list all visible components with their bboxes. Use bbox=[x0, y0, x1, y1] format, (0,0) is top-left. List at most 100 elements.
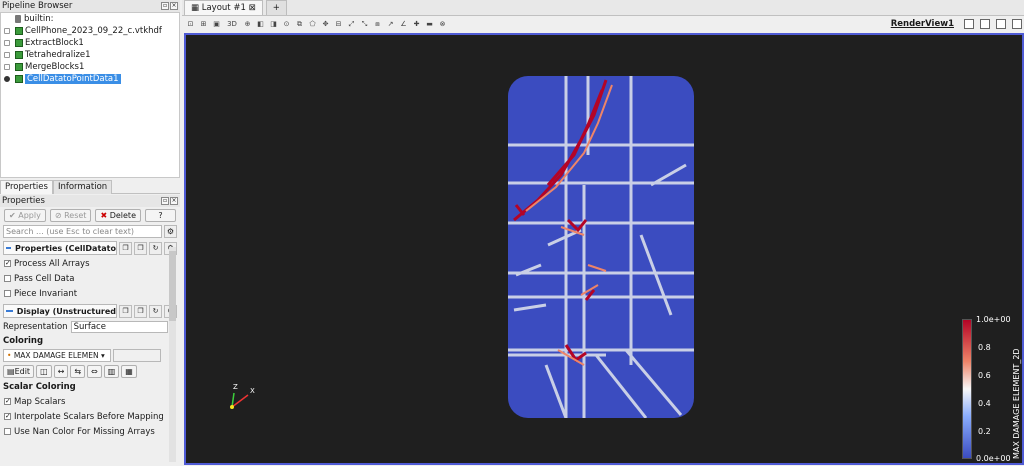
checkbox-checked[interactable]: ✓ bbox=[4, 260, 11, 267]
help-button[interactable]: ? bbox=[145, 209, 176, 222]
gear-icon[interactable]: ⚙ bbox=[164, 225, 177, 238]
rescale-custom-icon[interactable]: ↔ bbox=[53, 365, 69, 378]
paste-icon[interactable]: ❐ bbox=[134, 241, 147, 255]
copy-icon[interactable]: ❐ bbox=[119, 304, 132, 318]
representation-select[interactable]: Surface bbox=[70, 320, 168, 333]
hover-points-icon[interactable]: ⊙ bbox=[282, 20, 291, 29]
pipeline-browser-header: Pipeline Browser ▫ × bbox=[0, 0, 180, 12]
render-view[interactable]: Z X 1.0e+00 0.8 0.6 0.4 0.2 0.0e+00 MAX … bbox=[184, 33, 1024, 465]
search-input[interactable]: Search ... (use Esc to clear text) bbox=[3, 225, 162, 238]
nan-color-checkbox[interactable]: Use Nan Color For Missing Arrays bbox=[0, 424, 180, 439]
pipeline-item-extractblock[interactable]: ExtractBlock1 bbox=[1, 37, 179, 49]
copy-icon[interactable]: ❐ bbox=[119, 241, 132, 255]
reset-label: Reset bbox=[64, 211, 87, 220]
clear-selection-icon[interactable]: ⊗ bbox=[438, 20, 447, 29]
check-icon: ✔ bbox=[9, 211, 19, 220]
ruler-icon[interactable]: ∠ bbox=[399, 20, 408, 29]
display-section-header[interactable]: Display (Unstructured bbox=[3, 304, 117, 318]
interpolate-scalars-checkbox[interactable]: ✓ Interpolate Scalars Before Mapping bbox=[0, 409, 180, 424]
map-scalars-checkbox[interactable]: ✓ Map Scalars bbox=[0, 394, 180, 409]
select-block-icon[interactable]: ⊟ bbox=[334, 20, 343, 29]
close-icon[interactable]: ⊠ bbox=[249, 3, 256, 13]
apply-button[interactable]: ✔ Apply bbox=[4, 209, 46, 222]
piece-invariant-checkbox[interactable]: Piece Invariant bbox=[0, 286, 180, 301]
close-view-icon[interactable] bbox=[1012, 19, 1022, 29]
refresh-icon[interactable]: ↻ bbox=[149, 241, 162, 255]
pipeline-item-tetrahedralize[interactable]: Tetrahedralize1 bbox=[1, 49, 179, 61]
split-vertical-icon[interactable] bbox=[980, 19, 990, 29]
minus-icon[interactable]: ▬ bbox=[425, 20, 434, 29]
color-array-select[interactable]: • MAX DAMAGE ELEMEN ▾ bbox=[3, 349, 111, 362]
zoom-box-icon[interactable]: ⊕ bbox=[243, 20, 252, 29]
select-points-icon[interactable]: ◨ bbox=[269, 20, 278, 29]
split-horizontal-icon[interactable] bbox=[964, 19, 974, 29]
reset-camera-icon[interactable]: ⊡ bbox=[186, 20, 195, 29]
visibility-eye-icon[interactable] bbox=[4, 76, 10, 82]
visibility-eye-icon[interactable] bbox=[4, 40, 10, 46]
select-frustum-icon[interactable]: ⧉ bbox=[295, 20, 304, 29]
render-canvas[interactable] bbox=[186, 35, 1022, 463]
scrollbar-thumb[interactable] bbox=[169, 251, 176, 321]
checkbox[interactable] bbox=[4, 428, 11, 435]
properties-scrollbar[interactable] bbox=[169, 247, 176, 462]
add-icon[interactable]: ✚ bbox=[412, 20, 421, 29]
close-icon[interactable]: × bbox=[170, 2, 178, 10]
float-icon[interactable]: ▫ bbox=[161, 2, 169, 10]
extract-selection-icon[interactable]: ⧈ bbox=[373, 20, 382, 29]
close-icon[interactable]: × bbox=[170, 197, 178, 205]
maximize-icon[interactable] bbox=[996, 19, 1006, 29]
visibility-eye-icon[interactable] bbox=[4, 64, 10, 70]
visibility-eye-icon[interactable] bbox=[4, 52, 10, 58]
checkbox[interactable] bbox=[4, 290, 11, 297]
pipeline-item-source[interactable]: CellPhone_2023_09_22_c.vtkhdf bbox=[1, 25, 179, 37]
select-cells-icon[interactable]: ◧ bbox=[256, 20, 265, 29]
tab-properties[interactable]: Properties bbox=[0, 180, 53, 194]
checkbox-checked[interactable]: ✓ bbox=[4, 413, 11, 420]
reset-button[interactable]: ⊘ Reset bbox=[49, 209, 92, 222]
zoom-data-icon[interactable]: ⊞ bbox=[199, 20, 208, 29]
checkbox-label: Process All Arrays bbox=[14, 258, 90, 269]
layout-area: ▦ Layout #1 ⊠ + ⊡ ⊞ ▣ 3D ⊕ ◧ ◨ ⊙ ⧉ ⬠ ✥ ⊟… bbox=[182, 0, 1024, 466]
plot-selection-icon[interactable]: ↗ bbox=[386, 20, 395, 29]
shrink-selection-icon[interactable]: ⤡ bbox=[360, 20, 369, 29]
pipeline-item-mergeblocks[interactable]: MergeBlocks1 bbox=[1, 61, 179, 73]
pipeline-item-builtin[interactable]: builtin: bbox=[1, 13, 179, 25]
representation-label: Representation bbox=[3, 321, 68, 332]
projection-toggle[interactable]: 3D bbox=[225, 20, 239, 29]
colorbar-title: MAX DAMAGE ELEMENT_2D bbox=[1012, 348, 1021, 459]
checkbox[interactable] bbox=[4, 275, 11, 282]
properties-section-header[interactable]: Properties (CellDatato bbox=[3, 241, 117, 255]
render-view-title[interactable]: RenderView1 bbox=[891, 19, 954, 29]
add-layout-tab[interactable]: + bbox=[265, 0, 287, 15]
paste-icon[interactable]: ❐ bbox=[134, 304, 147, 318]
grow-selection-icon[interactable]: ⤢ bbox=[347, 20, 356, 29]
delete-button[interactable]: ✖ Delete bbox=[95, 209, 141, 222]
pass-cell-data-checkbox[interactable]: Pass Cell Data bbox=[0, 271, 180, 286]
interactive-select-icon[interactable]: ✥ bbox=[321, 20, 330, 29]
collapse-icon bbox=[6, 310, 13, 312]
display-section: Display (Unstructured ❐ ❐ ↻ ⚙ bbox=[3, 303, 177, 319]
checkbox-checked[interactable]: ✓ bbox=[4, 398, 11, 405]
process-all-arrays-checkbox[interactable]: ✓ Process All Arrays bbox=[0, 256, 180, 271]
screenshot-icon[interactable]: ▣ bbox=[212, 20, 221, 29]
cube-icon bbox=[15, 39, 23, 47]
select-polygon-icon[interactable]: ⬠ bbox=[308, 20, 317, 29]
properties-panel: Properties ▫ × ✔ Apply ⊘ Reset ✖ Delete ?… bbox=[0, 195, 180, 466]
tab-layout-1[interactable]: ▦ Layout #1 ⊠ bbox=[184, 0, 263, 15]
colorbar-visibility-icon[interactable]: ▥ bbox=[103, 365, 120, 378]
pipeline-item-label: CellDatatoPointData1 bbox=[25, 74, 121, 84]
component-select[interactable] bbox=[113, 349, 161, 362]
rescale-icon[interactable]: ◫ bbox=[36, 365, 52, 378]
colorbar-edit-icon[interactable]: ▦ bbox=[121, 365, 137, 378]
properties-header: Properties ▫ × bbox=[0, 195, 180, 207]
pipeline-browser: builtin: CellPhone_2023_09_22_c.vtkhdf E… bbox=[0, 12, 180, 178]
edit-colormap-button[interactable]: ▤ Edit bbox=[3, 365, 35, 378]
float-icon[interactable]: ▫ bbox=[161, 197, 169, 205]
pipeline-browser-title: Pipeline Browser bbox=[2, 1, 73, 11]
tab-information[interactable]: Information bbox=[52, 180, 113, 194]
rescale-visible-icon[interactable]: ⇔ bbox=[87, 365, 102, 378]
rescale-time-icon[interactable]: ⇆ bbox=[70, 365, 86, 378]
pipeline-item-celldatatopointdata[interactable]: CellDatatoPointData1 bbox=[1, 73, 179, 85]
refresh-icon[interactable]: ↻ bbox=[149, 304, 162, 318]
visibility-eye-icon[interactable] bbox=[4, 28, 10, 34]
